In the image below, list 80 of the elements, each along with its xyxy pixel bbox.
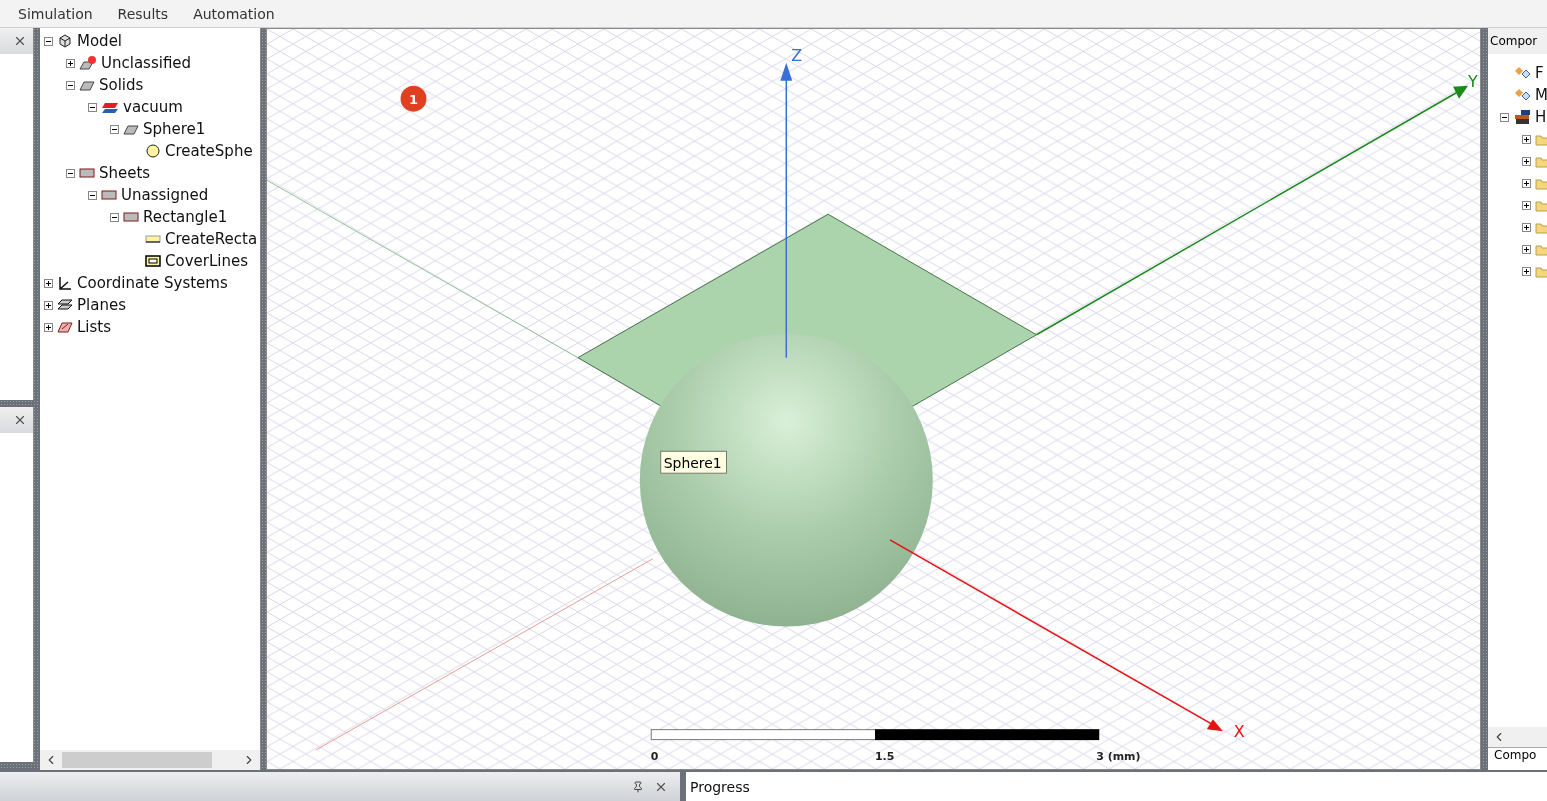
menu-item[interactable]: Simulation xyxy=(8,5,108,22)
rectangle-icon xyxy=(145,233,161,245)
expand-icon[interactable] xyxy=(1522,266,1531,276)
tree-item[interactable]: Unclassified xyxy=(101,54,192,72)
3d-viewport[interactable]: Z Y X 1 Sphere1 0 1.5 3 (mm) xyxy=(266,28,1481,770)
framed-rectangle-icon xyxy=(145,255,161,267)
tree-item[interactable]: M xyxy=(1535,86,1547,104)
planes-icon xyxy=(57,298,73,312)
tree-item[interactable]: CoverLines xyxy=(165,252,248,270)
box-icon xyxy=(79,78,95,92)
collapse-icon[interactable] xyxy=(110,212,119,222)
collapse-icon[interactable] xyxy=(44,36,53,46)
expand-icon[interactable] xyxy=(1522,178,1531,188)
expand-icon[interactable] xyxy=(1522,244,1531,254)
tree-item[interactable]: Planes xyxy=(77,296,126,314)
tree-item[interactable]: CreateSphe xyxy=(165,142,253,160)
folder-icon xyxy=(1535,198,1547,212)
horizontal-scrollbar[interactable] xyxy=(1488,727,1547,747)
layers-icon xyxy=(101,100,119,114)
folder-icon xyxy=(1535,242,1547,256)
tree-item[interactable]: Sheets xyxy=(99,164,151,182)
expand-icon[interactable] xyxy=(44,278,53,288)
object-tooltip: Sphere1 xyxy=(660,450,727,474)
close-button[interactable] xyxy=(13,413,27,427)
collapse-icon[interactable] xyxy=(88,190,97,200)
expand-icon[interactable] xyxy=(1522,134,1531,144)
tree-item[interactable]: Unassigned xyxy=(121,186,209,204)
box-icon xyxy=(123,122,139,136)
books-icon xyxy=(1513,109,1531,125)
collapse-icon[interactable] xyxy=(1500,112,1509,122)
panel-title: Compor xyxy=(1488,28,1547,54)
collapse-icon[interactable] xyxy=(66,168,75,178)
pin-icon[interactable] xyxy=(632,780,644,793)
expand-icon[interactable] xyxy=(44,322,53,332)
tree-item[interactable]: Model xyxy=(77,32,123,50)
tree-item[interactable]: CreateRecta xyxy=(165,230,258,248)
folder-icon xyxy=(1535,176,1547,190)
tree-item[interactable]: F xyxy=(1535,64,1544,82)
circle-icon xyxy=(145,143,161,159)
scale-label: 1.5 xyxy=(875,750,895,764)
folder-icon xyxy=(1535,264,1547,278)
axis-label: X xyxy=(1233,722,1245,742)
tree-item[interactable]: Lists xyxy=(77,318,112,336)
tree-item[interactable]: vacuum xyxy=(123,98,183,116)
sheet-icon xyxy=(101,189,117,201)
axis-label: Y xyxy=(1468,71,1478,91)
collapse-icon[interactable] xyxy=(110,124,119,134)
tree-item[interactable]: Sphere1 xyxy=(143,120,206,138)
folder-icon xyxy=(1535,220,1547,234)
scale-label: 3 (mm) xyxy=(1096,750,1141,764)
collapse-icon[interactable] xyxy=(88,102,97,112)
sheet-icon xyxy=(79,167,95,179)
tree-item[interactable]: Rectangle1 xyxy=(143,208,228,226)
menu-item[interactable]: Automation xyxy=(183,5,290,22)
folder-icon xyxy=(1535,132,1547,146)
tree-item[interactable]: H xyxy=(1535,108,1547,126)
axes-icon xyxy=(57,275,73,291)
axis-label: Z xyxy=(791,45,803,65)
horizontal-scrollbar[interactable] xyxy=(40,750,260,770)
menu-item[interactable]: Results xyxy=(107,5,184,22)
expand-icon[interactable] xyxy=(44,300,53,310)
folder-icon xyxy=(1535,154,1547,168)
tree-item[interactable]: Coordinate Systems xyxy=(77,274,228,292)
scale-label: 0 xyxy=(650,750,659,764)
notification-badge: 1 xyxy=(400,85,427,112)
scrollbar-thumb[interactable] xyxy=(62,752,212,768)
expand-icon[interactable] xyxy=(1522,222,1531,232)
collapse-icon[interactable] xyxy=(66,80,75,90)
linked-diamond-icon xyxy=(1513,65,1531,81)
cube-cluster-icon xyxy=(57,33,73,49)
expand-icon[interactable] xyxy=(66,58,75,68)
list-box-icon xyxy=(57,320,73,334)
linked-diamond-icon xyxy=(1513,87,1531,103)
box-alert-icon xyxy=(79,55,97,71)
tree-item[interactable]: Solids xyxy=(99,76,144,94)
close-button[interactable] xyxy=(13,34,27,48)
expand-icon[interactable] xyxy=(1522,200,1531,210)
expand-icon[interactable] xyxy=(1522,156,1531,166)
sheet-icon xyxy=(123,211,139,223)
panel-title: Progress xyxy=(690,778,750,795)
